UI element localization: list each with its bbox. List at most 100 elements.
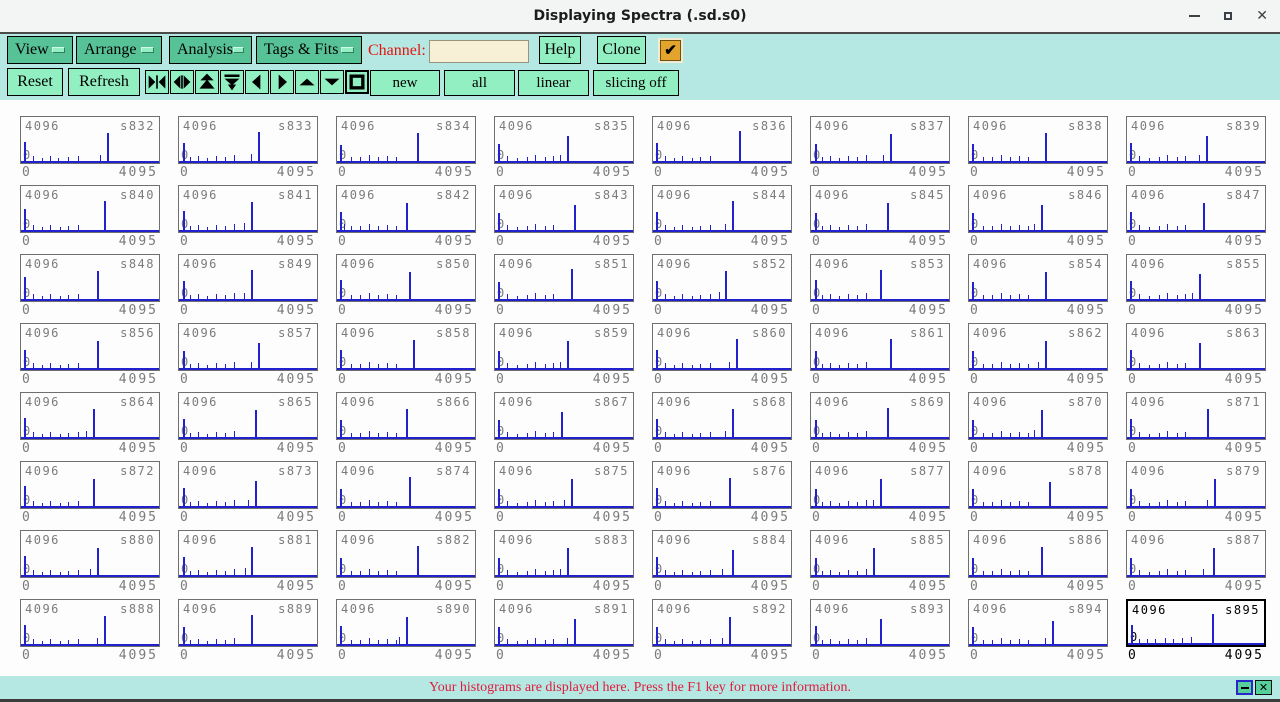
spectrum-plot[interactable]: 4096s8620 <box>968 323 1108 371</box>
spectrum-plot[interactable]: 4096s8370 <box>810 116 950 164</box>
spectrum-plot[interactable]: 4096s8690 <box>810 392 950 440</box>
menu-analysis[interactable]: Analysis <box>169 36 252 64</box>
spectrum-plot[interactable]: 4096s8950 <box>1126 599 1266 647</box>
spectrum-panel-s892[interactable]: 4096s892004095 <box>652 599 792 666</box>
spectrum-panel-s842[interactable]: 4096s842004095 <box>336 185 476 252</box>
spectrum-panel-s895[interactable]: 4096s895004095 <box>1126 599 1266 666</box>
spectrum-panel-s834[interactable]: 4096s834004095 <box>336 116 476 183</box>
spectrum-panel-s885[interactable]: 4096s885004095 <box>810 530 950 597</box>
spectrum-plot[interactable]: 4096s8860 <box>968 530 1108 578</box>
spectrum-plot[interactable]: 4096s8840 <box>652 530 792 578</box>
spectrum-plot[interactable]: 4096s8500 <box>336 254 476 302</box>
down-icon[interactable] <box>320 70 344 94</box>
spectrum-plot[interactable]: 4096s8320 <box>20 116 160 164</box>
spectrum-plot[interactable]: 4096s8400 <box>20 185 160 233</box>
spectrum-plot[interactable]: 4096s8550 <box>1126 254 1266 302</box>
spectrum-panel-s860[interactable]: 4096s860004095 <box>652 323 792 390</box>
spectrum-plot[interactable]: 4096s8490 <box>178 254 318 302</box>
spectrum-plot[interactable]: 4096s8600 <box>652 323 792 371</box>
spectrum-panel-s863[interactable]: 4096s863004095 <box>1126 323 1266 390</box>
spectrum-panel-s855[interactable]: 4096s855004095 <box>1126 254 1266 321</box>
spectrum-panel-s847[interactable]: 4096s847004095 <box>1126 185 1266 252</box>
spectrum-panel-s840[interactable]: 4096s840004095 <box>20 185 160 252</box>
spectrum-panel-s887[interactable]: 4096s887004095 <box>1126 530 1266 597</box>
new-button[interactable]: new <box>370 70 440 96</box>
spectrum-plot[interactable]: 4096s8830 <box>494 530 634 578</box>
spectrum-plot[interactable]: 4096s8630 <box>1126 323 1266 371</box>
spectrum-plot[interactable]: 4096s8440 <box>652 185 792 233</box>
help-button[interactable]: Help <box>539 36 581 64</box>
spectrum-plot[interactable]: 4096s8750 <box>494 461 634 509</box>
spectrum-plot[interactable]: 4096s8410 <box>178 185 318 233</box>
spectrum-panel-s870[interactable]: 4096s870004095 <box>968 392 1108 459</box>
spectrum-plot[interactable]: 4096s8530 <box>810 254 950 302</box>
spectrum-panel-s878[interactable]: 4096s878004095 <box>968 461 1108 528</box>
spectrum-plot[interactable]: 4096s8350 <box>494 116 634 164</box>
spectrum-panel-s865[interactable]: 4096s865004095 <box>178 392 318 459</box>
statusbar-close-icon[interactable]: ✕ <box>1255 680 1272 695</box>
spectrum-panel-s880[interactable]: 4096s880004095 <box>20 530 160 597</box>
spectrum-panel-s838[interactable]: 4096s838004095 <box>968 116 1108 183</box>
spectrum-panel-s876[interactable]: 4096s876004095 <box>652 461 792 528</box>
spectrum-panel-s841[interactable]: 4096s841004095 <box>178 185 318 252</box>
spectrum-panel-s862[interactable]: 4096s862004095 <box>968 323 1108 390</box>
spectrum-panel-s893[interactable]: 4096s893004095 <box>810 599 950 666</box>
double-up-icon[interactable] <box>195 70 219 94</box>
spectrum-plot[interactable]: 4096s8650 <box>178 392 318 440</box>
expand-x-icon[interactable] <box>170 70 194 94</box>
spectrum-panel-s873[interactable]: 4096s873004095 <box>178 461 318 528</box>
spectrum-plot[interactable]: 4096s8520 <box>652 254 792 302</box>
spectrum-plot[interactable]: 4096s8870 <box>1126 530 1266 578</box>
spectrum-panel-s868[interactable]: 4096s868004095 <box>652 392 792 459</box>
spectrum-panel-s888[interactable]: 4096s888004095 <box>20 599 160 666</box>
spectrum-panel-s859[interactable]: 4096s859004095 <box>494 323 634 390</box>
refresh-button[interactable]: Refresh <box>68 68 140 96</box>
spectrum-plot[interactable]: 4096s8450 <box>810 185 950 233</box>
spectrum-panel-s884[interactable]: 4096s884004095 <box>652 530 792 597</box>
spectrum-plot[interactable]: 4096s8770 <box>810 461 950 509</box>
spectrum-plot[interactable]: 4096s8700 <box>968 392 1108 440</box>
spectrum-plot[interactable]: 4096s8470 <box>1126 185 1266 233</box>
right-icon[interactable] <box>270 70 294 94</box>
spectrum-panel-s853[interactable]: 4096s853004095 <box>810 254 950 321</box>
spectrum-panel-s845[interactable]: 4096s845004095 <box>810 185 950 252</box>
spectrum-plot[interactable]: 4096s8380 <box>968 116 1108 164</box>
spectrum-plot[interactable]: 4096s8580 <box>336 323 476 371</box>
close-icon[interactable]: ✕ <box>1256 9 1268 23</box>
spectrum-plot[interactable]: 4096s8730 <box>178 461 318 509</box>
spectrum-plot[interactable]: 4096s8420 <box>336 185 476 233</box>
spectrum-plot[interactable]: 4096s8560 <box>20 323 160 371</box>
spectrum-panel-s894[interactable]: 4096s894004095 <box>968 599 1108 666</box>
spectrum-panel-s854[interactable]: 4096s854004095 <box>968 254 1108 321</box>
spectrum-panel-s874[interactable]: 4096s874004095 <box>336 461 476 528</box>
spectrum-plot[interactable]: 4096s8340 <box>336 116 476 164</box>
spectrum-panel-s848[interactable]: 4096s848004095 <box>20 254 160 321</box>
spectrum-panel-s843[interactable]: 4096s843004095 <box>494 185 634 252</box>
spectrum-plot[interactable]: 4096s8760 <box>652 461 792 509</box>
spectrum-panel-s879[interactable]: 4096s879004095 <box>1126 461 1266 528</box>
spectrum-panel-s891[interactable]: 4096s891004095 <box>494 599 634 666</box>
spectrum-plot[interactable]: 4096s8810 <box>178 530 318 578</box>
slicing-button[interactable]: slicing off <box>593 70 679 96</box>
spectrum-plot[interactable]: 4096s8820 <box>336 530 476 578</box>
spectrum-plot[interactable]: 4096s8780 <box>968 461 1108 509</box>
spectrum-panel-s871[interactable]: 4096s871004095 <box>1126 392 1266 459</box>
toolbar-checkbox[interactable]: ✔ <box>660 40 681 61</box>
spectrum-panel-s877[interactable]: 4096s877004095 <box>810 461 950 528</box>
spectrum-plot[interactable]: 4096s8330 <box>178 116 318 164</box>
spectrum-plot[interactable]: 4096s8800 <box>20 530 160 578</box>
spectrum-panel-s856[interactable]: 4096s856004095 <box>20 323 160 390</box>
spectrum-plot[interactable]: 4096s8570 <box>178 323 318 371</box>
spectrum-panel-s866[interactable]: 4096s866004095 <box>336 392 476 459</box>
menu-arrange[interactable]: Arrange <box>76 36 162 64</box>
spectrum-plot[interactable]: 4096s8940 <box>968 599 1108 647</box>
spectrum-plot[interactable]: 4096s8710 <box>1126 392 1266 440</box>
spectrum-plot[interactable]: 4096s8880 <box>20 599 160 647</box>
spectrum-plot[interactable]: 4096s8460 <box>968 185 1108 233</box>
spectrum-plot[interactable]: 4096s8360 <box>652 116 792 164</box>
spectrum-panel-s839[interactable]: 4096s839004095 <box>1126 116 1266 183</box>
spectrum-plot[interactable]: 4096s8850 <box>810 530 950 578</box>
spectrum-plot[interactable]: 4096s8680 <box>652 392 792 440</box>
channel-input[interactable] <box>429 40 529 63</box>
spectrum-plot[interactable]: 4096s8740 <box>336 461 476 509</box>
